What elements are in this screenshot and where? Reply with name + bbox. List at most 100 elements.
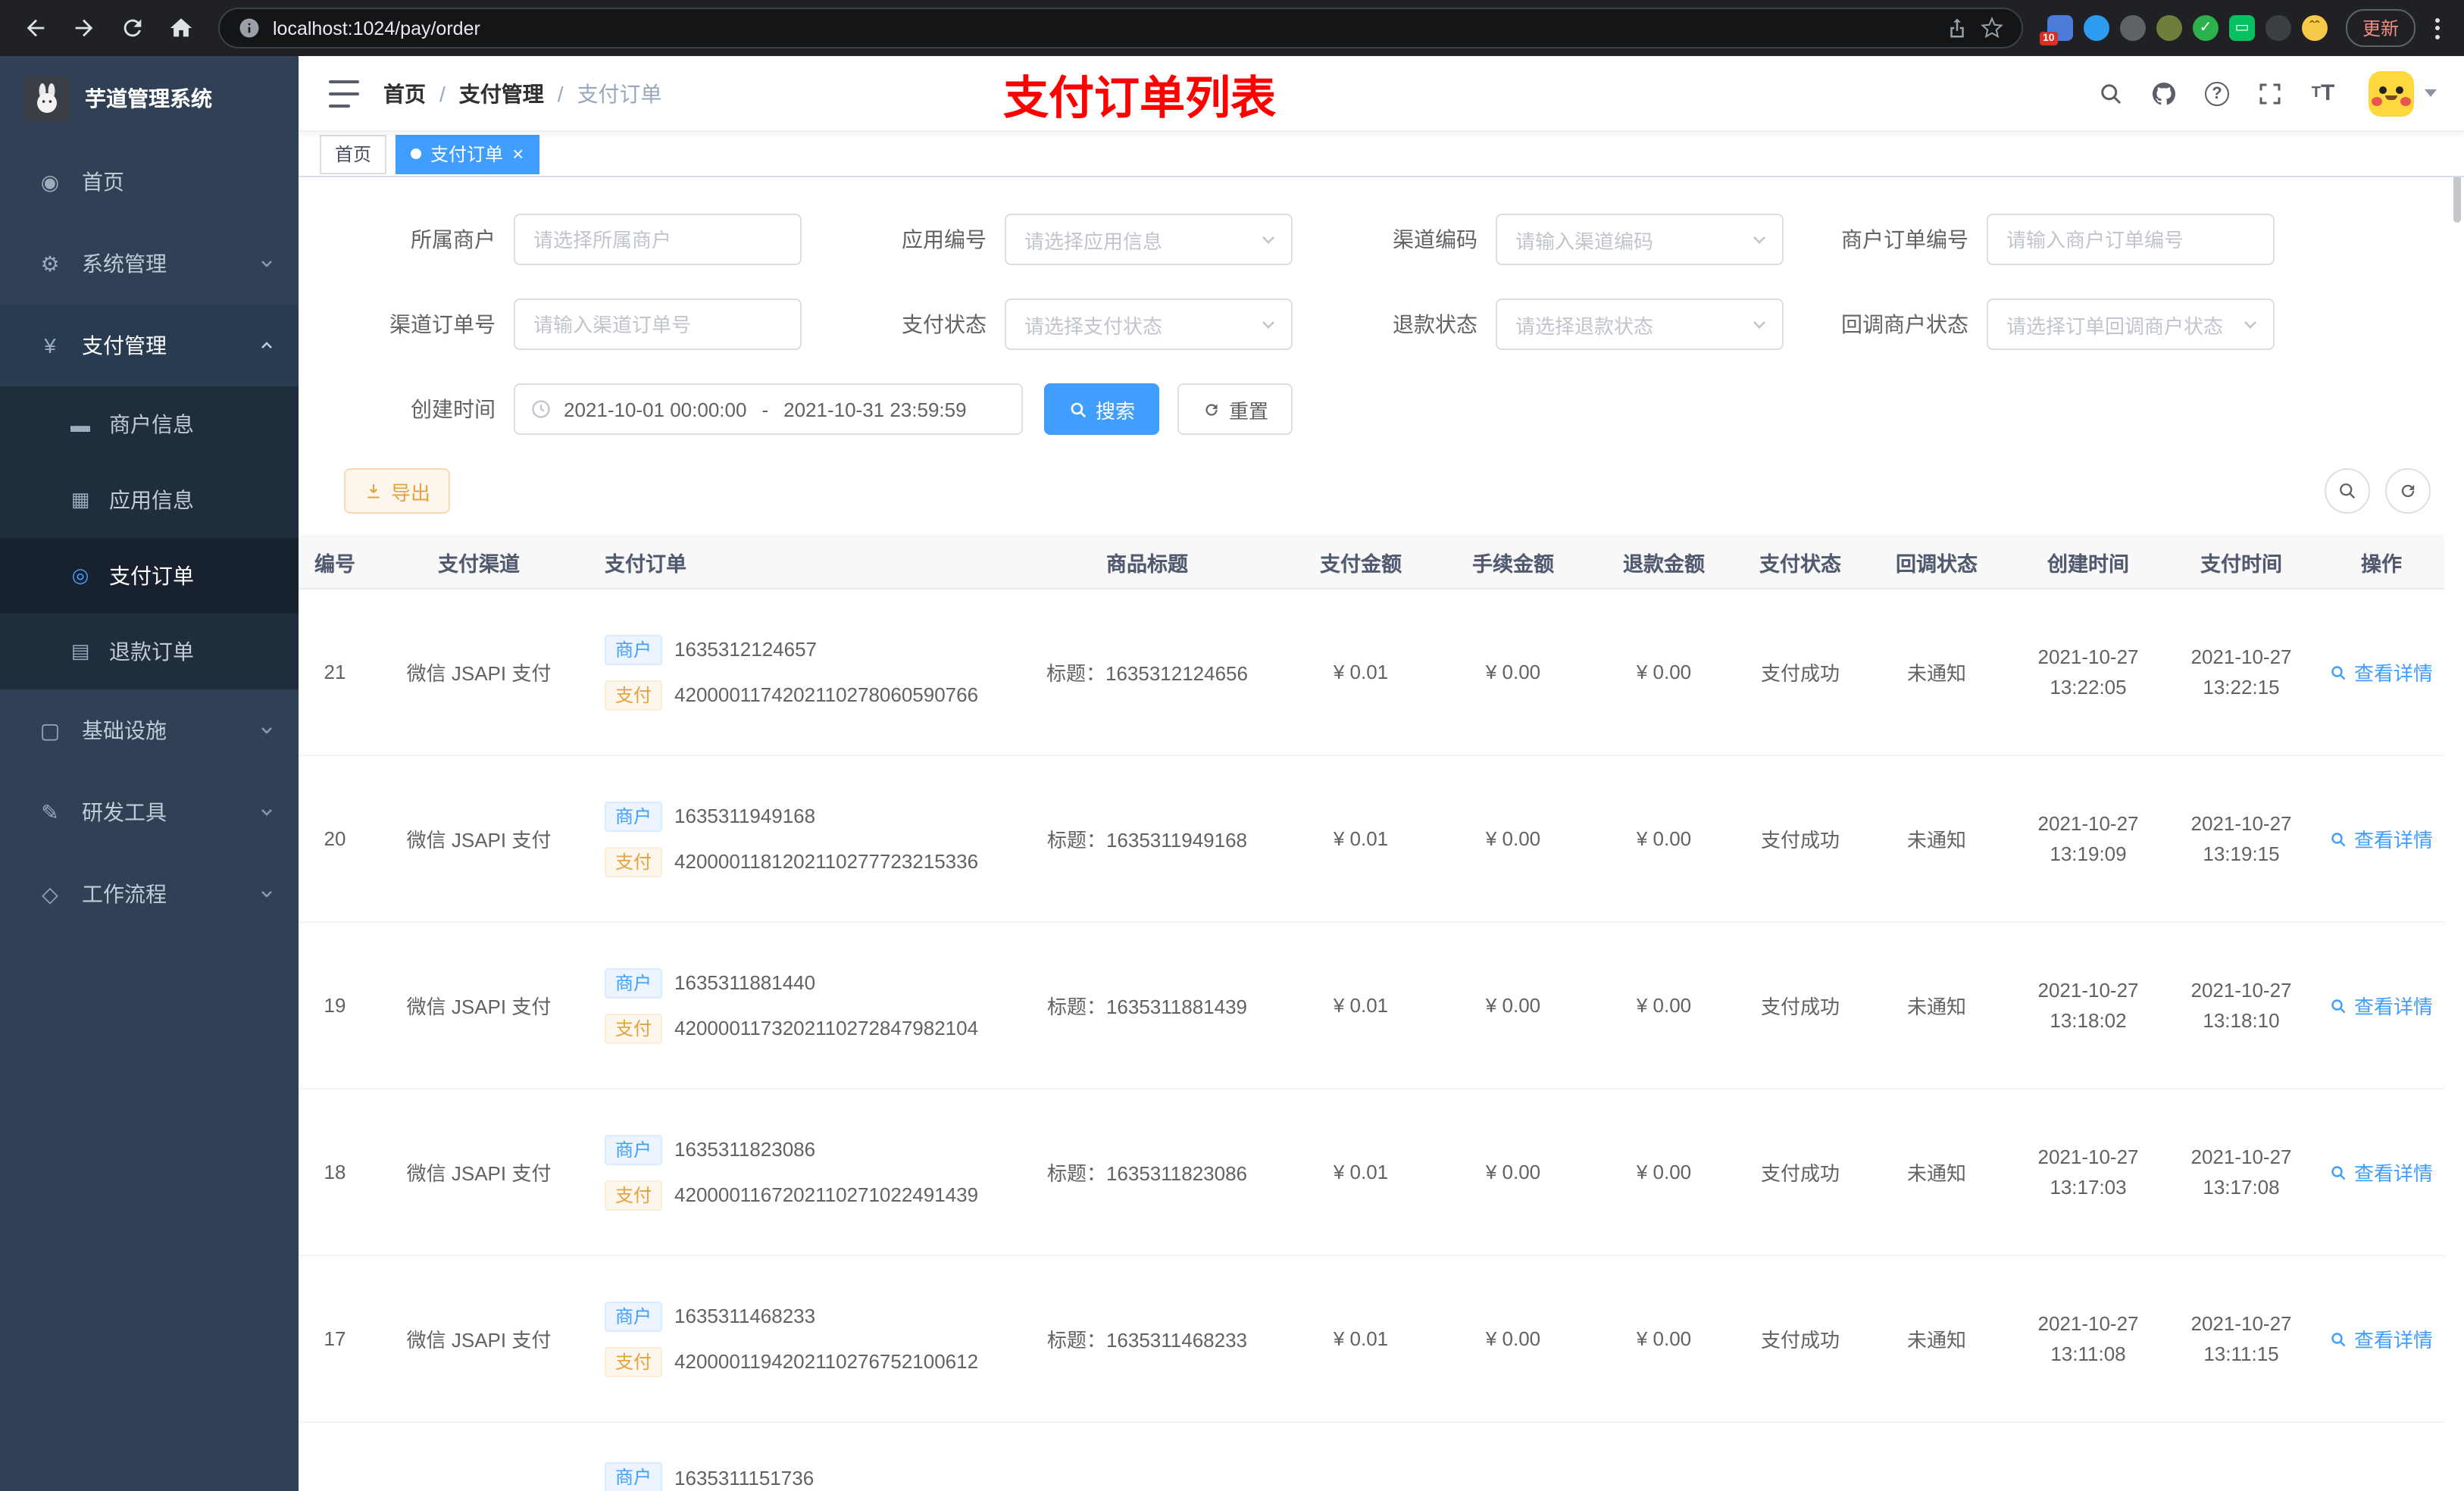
browser-reload-button[interactable] (109, 5, 155, 51)
extension-icon-5[interactable]: ✓ (2192, 15, 2219, 41)
refresh-table-button[interactable] (2385, 468, 2431, 514)
channel-order-no-input-wrap (514, 299, 802, 350)
extension-icon-8[interactable]: ˆˆ (2301, 15, 2328, 41)
extension-icon-6[interactable]: ▭ (2228, 15, 2255, 41)
tab-home[interactable]: 首页 (320, 134, 387, 173)
bookmark-star-icon[interactable] (1981, 17, 2003, 39)
download-icon (367, 483, 380, 498)
search-submit-button[interactable]: 搜索 (1044, 383, 1160, 435)
date-start: 2021-10-01 00:00:00 (564, 398, 747, 420)
column-header: 支付金额 (1320, 552, 1402, 575)
create-time-range-picker[interactable]: 2021-10-01 00:00:00 - 2021-10-31 23:59:5… (514, 383, 1023, 435)
help-button[interactable]: ? (2203, 80, 2231, 107)
column-header: 创建时间 (2047, 552, 2129, 575)
browser-home-button[interactable] (158, 5, 203, 51)
close-icon[interactable]: × (512, 144, 524, 164)
table-row-partial: 商户 1635311151736 (299, 1423, 2444, 1491)
view-detail-link[interactable]: 查看详情 (2330, 1324, 2433, 1353)
tab-pay-order[interactable]: 支付订单 × (396, 134, 539, 173)
sidebar-toggle-button[interactable] (329, 80, 359, 107)
merchant-order-no-input[interactable] (1987, 214, 2275, 265)
share-icon[interactable] (1946, 17, 1968, 39)
table-header: 编号 支付渠道 支付订单 商品标题 支付金额 手续金额 退款金额 支付状态 回调… (299, 535, 2444, 589)
site-info-icon[interactable] (238, 17, 261, 39)
column-header: 编号 (314, 552, 355, 575)
sidebar-item-payment[interactable]: ¥ 支付管理 (0, 305, 299, 386)
app-select[interactable]: 请选择应用信息 (1005, 214, 1293, 265)
sidebar-item-pay-order[interactable]: ◎ 支付订单 (0, 538, 299, 614)
sidebar-item-refund-order[interactable]: ▤ 退款订单 (0, 614, 299, 689)
sidebar-item-merchant-info[interactable]: ▬ 商户信息 (0, 386, 299, 462)
extension-icon-7[interactable] (2265, 15, 2291, 41)
breadcrumb-home[interactable]: 首页 (383, 78, 426, 108)
clock-icon (532, 400, 550, 418)
sidebar-item-app-info[interactable]: ▦ 应用信息 (0, 462, 299, 538)
extension-icon-4[interactable] (2156, 15, 2182, 41)
pay-tag: 支付 (605, 1013, 663, 1043)
pay-order-no: 4200001174202110278060590766 (674, 683, 979, 706)
fullscreen-button[interactable] (2256, 80, 2284, 107)
column-header: 商品标题 (1106, 552, 1188, 575)
breadcrumb-payment[interactable]: 支付管理 (459, 78, 544, 108)
actions-cell: 查看详情 (2319, 991, 2444, 1020)
select-placeholder: 请输入渠道编码 (1515, 230, 1654, 252)
extension-icon-3[interactable] (2119, 15, 2146, 41)
user-menu[interactable] (2369, 70, 2437, 116)
toggle-search-button[interactable] (2325, 468, 2370, 514)
browser-update-button[interactable]: 更新 (2345, 9, 2416, 47)
table-row: 18 微信 JSAPI 支付 商户 1635311823086 支付 4200001… (299, 1089, 2444, 1256)
browser-chrome: localhost:1024/pay/order 10 ✓ ▭ ˆˆ 更新 (0, 0, 2464, 56)
channel-code-select[interactable]: 请输入渠道编码 (1496, 214, 1784, 265)
refund-status-select[interactable]: 请选择退款状态 (1496, 299, 1784, 350)
create-time: 2021-10-27 13:22:05 (2037, 645, 2139, 698)
sidebar-item-infrastructure[interactable]: ▢ 基础设施 (0, 689, 299, 771)
order-id: 20 (324, 827, 346, 850)
export-button[interactable]: 导出 (344, 468, 451, 514)
sidebar-logo[interactable]: 芋道管理系统 (0, 56, 299, 141)
browser-menu-button[interactable] (2425, 10, 2449, 46)
fee-amount: ¥ 0.00 (1485, 827, 1541, 850)
notify-status-select[interactable]: 请选择订单回调商户状态 (1987, 299, 2275, 350)
table-row: 19 微信 JSAPI 支付 商户 1635311881440 支付 4200001… (299, 923, 2444, 1089)
extension-icon-1[interactable]: 10 (2039, 15, 2073, 45)
app-grid-icon: ▦ (70, 488, 90, 511)
rabbit-logo-icon (37, 83, 57, 113)
reset-button[interactable]: 重置 (1177, 383, 1293, 435)
sidebar-item-home[interactable]: ◉ 首页 (0, 141, 299, 223)
pay-order-cell: 商户 1635311468233 支付 4200001194202110276752… (586, 1301, 1011, 1377)
address-bar[interactable]: localhost:1024/pay/order (218, 8, 2023, 48)
github-button[interactable] (2150, 80, 2178, 107)
pay-tag: 支付 (605, 846, 663, 877)
column-header: 支付渠道 (438, 552, 520, 575)
create-time: 2021-10-27 13:17:03 (2037, 1145, 2139, 1198)
search-icon (2332, 1165, 2347, 1180)
pay-status-select[interactable]: 请选择支付状态 (1005, 299, 1293, 350)
merchant-tag: 商户 (605, 1462, 663, 1491)
font-size-button[interactable]: TT (2309, 80, 2337, 107)
merchant-input[interactable] (514, 214, 802, 265)
sidebar-item-label: 退款订单 (109, 639, 194, 664)
logo-avatar (24, 76, 70, 121)
sidebar-item-devtools[interactable]: ✎ 研发工具 (0, 771, 299, 853)
channel-order-no-input[interactable] (514, 299, 802, 350)
browser-forward-button[interactable] (61, 5, 106, 51)
pay-order-cell: 商户 1635311881440 支付 4200001173202110272847… (586, 967, 1011, 1043)
sidebar-item-label: 支付订单 (109, 564, 194, 588)
sidebar-item-workflow[interactable]: ◇ 工作流程 (0, 853, 299, 935)
sidebar-item-system[interactable]: ⚙ 系统管理 (0, 223, 299, 305)
tab-label: 首页 (335, 144, 372, 165)
search-button[interactable] (2097, 80, 2125, 107)
order-id: 17 (324, 1327, 346, 1350)
view-detail-link[interactable]: 查看详情 (2330, 1158, 2433, 1186)
view-detail-link[interactable]: 查看详情 (2330, 658, 2433, 686)
fee-amount: ¥ 0.00 (1485, 661, 1541, 683)
extension-icon-2[interactable] (2083, 15, 2109, 41)
view-detail-link[interactable]: 查看详情 (2330, 991, 2433, 1020)
dashboard-icon: ◉ (40, 169, 60, 193)
notify-status: 未通知 (1906, 829, 1966, 852)
chevron-down-icon (259, 886, 274, 902)
view-detail-link[interactable]: 查看详情 (2330, 824, 2433, 853)
pay-order-cell: 商户 1635311949168 支付 4200001181202110277723… (586, 801, 1011, 877)
table-toolbar: 导出 (299, 468, 2464, 514)
browser-back-button[interactable] (12, 5, 58, 51)
